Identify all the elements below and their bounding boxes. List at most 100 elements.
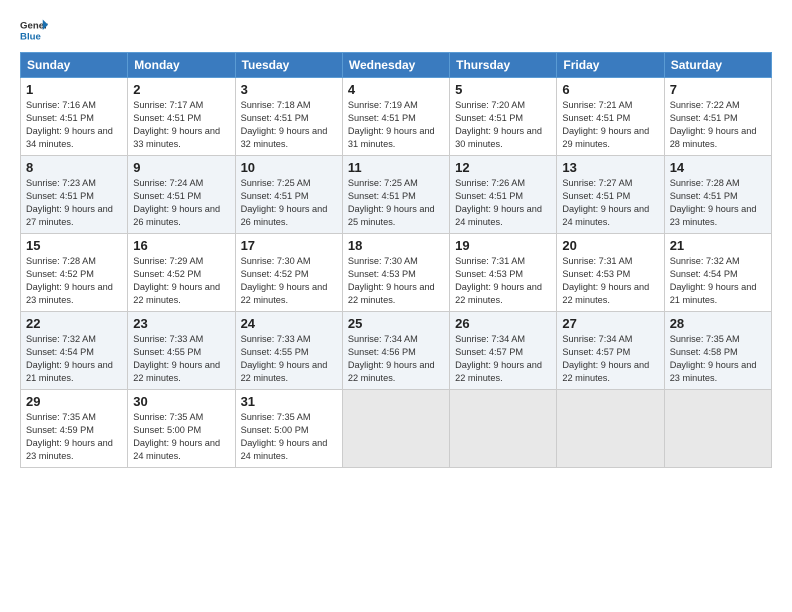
day-number: 19 [455,238,551,253]
calendar-cell: 11 Sunrise: 7:25 AMSunset: 4:51 PMDaylig… [342,156,449,234]
day-number: 18 [348,238,444,253]
day-info: Sunrise: 7:28 AMSunset: 4:51 PMDaylight:… [670,178,757,227]
day-info: Sunrise: 7:34 AMSunset: 4:56 PMDaylight:… [348,334,435,383]
day-info: Sunrise: 7:26 AMSunset: 4:51 PMDaylight:… [455,178,542,227]
day-info: Sunrise: 7:19 AMSunset: 4:51 PMDaylight:… [348,100,435,149]
logo-icon: General Blue [20,16,48,44]
calendar-cell: 14 Sunrise: 7:28 AMSunset: 4:51 PMDaylig… [664,156,771,234]
logo: General Blue [20,16,48,44]
day-info: Sunrise: 7:31 AMSunset: 4:53 PMDaylight:… [455,256,542,305]
day-number: 20 [562,238,658,253]
day-number: 8 [26,160,122,175]
week-row-5: 29 Sunrise: 7:35 AMSunset: 4:59 PMDaylig… [21,390,772,468]
svg-text:Blue: Blue [20,32,41,43]
calendar-cell: 25 Sunrise: 7:34 AMSunset: 4:56 PMDaylig… [342,312,449,390]
calendar-cell: 5 Sunrise: 7:20 AMSunset: 4:51 PMDayligh… [450,78,557,156]
day-number: 4 [348,82,444,97]
day-header-tuesday: Tuesday [235,53,342,78]
day-info: Sunrise: 7:25 AMSunset: 4:51 PMDaylight:… [241,178,328,227]
calendar-cell [450,390,557,468]
day-info: Sunrise: 7:18 AMSunset: 4:51 PMDaylight:… [241,100,328,149]
calendar-cell: 19 Sunrise: 7:31 AMSunset: 4:53 PMDaylig… [450,234,557,312]
calendar-cell: 3 Sunrise: 7:18 AMSunset: 4:51 PMDayligh… [235,78,342,156]
calendar-cell: 23 Sunrise: 7:33 AMSunset: 4:55 PMDaylig… [128,312,235,390]
day-number: 13 [562,160,658,175]
day-number: 21 [670,238,766,253]
calendar-cell: 17 Sunrise: 7:30 AMSunset: 4:52 PMDaylig… [235,234,342,312]
calendar-cell: 16 Sunrise: 7:29 AMSunset: 4:52 PMDaylig… [128,234,235,312]
day-info: Sunrise: 7:30 AMSunset: 4:52 PMDaylight:… [241,256,328,305]
day-header-saturday: Saturday [664,53,771,78]
day-number: 1 [26,82,122,97]
day-info: Sunrise: 7:20 AMSunset: 4:51 PMDaylight:… [455,100,542,149]
day-header-wednesday: Wednesday [342,53,449,78]
calendar-cell [342,390,449,468]
calendar-container: General Blue SundayMondayTuesdayWednesda… [0,0,792,478]
header-row: SundayMondayTuesdayWednesdayThursdayFrid… [21,53,772,78]
day-header-friday: Friday [557,53,664,78]
day-number: 22 [26,316,122,331]
calendar-cell: 1 Sunrise: 7:16 AMSunset: 4:51 PMDayligh… [21,78,128,156]
calendar-cell [557,390,664,468]
day-header-thursday: Thursday [450,53,557,78]
calendar-cell: 27 Sunrise: 7:34 AMSunset: 4:57 PMDaylig… [557,312,664,390]
day-number: 9 [133,160,229,175]
day-info: Sunrise: 7:17 AMSunset: 4:51 PMDaylight:… [133,100,220,149]
day-info: Sunrise: 7:32 AMSunset: 4:54 PMDaylight:… [670,256,757,305]
day-info: Sunrise: 7:30 AMSunset: 4:53 PMDaylight:… [348,256,435,305]
day-number: 26 [455,316,551,331]
calendar-cell: 29 Sunrise: 7:35 AMSunset: 4:59 PMDaylig… [21,390,128,468]
day-number: 29 [26,394,122,409]
day-info: Sunrise: 7:33 AMSunset: 4:55 PMDaylight:… [241,334,328,383]
day-info: Sunrise: 7:28 AMSunset: 4:52 PMDaylight:… [26,256,113,305]
day-number: 16 [133,238,229,253]
calendar-cell: 26 Sunrise: 7:34 AMSunset: 4:57 PMDaylig… [450,312,557,390]
day-number: 25 [348,316,444,331]
calendar-cell: 7 Sunrise: 7:22 AMSunset: 4:51 PMDayligh… [664,78,771,156]
calendar-cell: 18 Sunrise: 7:30 AMSunset: 4:53 PMDaylig… [342,234,449,312]
calendar-cell: 6 Sunrise: 7:21 AMSunset: 4:51 PMDayligh… [557,78,664,156]
day-number: 10 [241,160,337,175]
day-info: Sunrise: 7:35 AMSunset: 4:59 PMDaylight:… [26,412,113,461]
calendar-cell: 10 Sunrise: 7:25 AMSunset: 4:51 PMDaylig… [235,156,342,234]
calendar-cell: 8 Sunrise: 7:23 AMSunset: 4:51 PMDayligh… [21,156,128,234]
calendar-cell: 20 Sunrise: 7:31 AMSunset: 4:53 PMDaylig… [557,234,664,312]
day-info: Sunrise: 7:23 AMSunset: 4:51 PMDaylight:… [26,178,113,227]
day-number: 11 [348,160,444,175]
day-number: 7 [670,82,766,97]
day-info: Sunrise: 7:29 AMSunset: 4:52 PMDaylight:… [133,256,220,305]
calendar-cell [664,390,771,468]
calendar-cell: 12 Sunrise: 7:26 AMSunset: 4:51 PMDaylig… [450,156,557,234]
day-number: 5 [455,82,551,97]
day-info: Sunrise: 7:25 AMSunset: 4:51 PMDaylight:… [348,178,435,227]
day-number: 17 [241,238,337,253]
week-row-2: 8 Sunrise: 7:23 AMSunset: 4:51 PMDayligh… [21,156,772,234]
calendar-cell: 15 Sunrise: 7:28 AMSunset: 4:52 PMDaylig… [21,234,128,312]
day-number: 15 [26,238,122,253]
week-row-3: 15 Sunrise: 7:28 AMSunset: 4:52 PMDaylig… [21,234,772,312]
day-info: Sunrise: 7:32 AMSunset: 4:54 PMDaylight:… [26,334,113,383]
day-info: Sunrise: 7:24 AMSunset: 4:51 PMDaylight:… [133,178,220,227]
calendar-cell: 22 Sunrise: 7:32 AMSunset: 4:54 PMDaylig… [21,312,128,390]
day-number: 24 [241,316,337,331]
day-info: Sunrise: 7:16 AMSunset: 4:51 PMDaylight:… [26,100,113,149]
day-info: Sunrise: 7:27 AMSunset: 4:51 PMDaylight:… [562,178,649,227]
day-info: Sunrise: 7:33 AMSunset: 4:55 PMDaylight:… [133,334,220,383]
day-number: 31 [241,394,337,409]
day-number: 14 [670,160,766,175]
calendar-cell: 21 Sunrise: 7:32 AMSunset: 4:54 PMDaylig… [664,234,771,312]
day-number: 3 [241,82,337,97]
day-number: 2 [133,82,229,97]
calendar-cell: 13 Sunrise: 7:27 AMSunset: 4:51 PMDaylig… [557,156,664,234]
day-info: Sunrise: 7:31 AMSunset: 4:53 PMDaylight:… [562,256,649,305]
day-number: 30 [133,394,229,409]
day-number: 27 [562,316,658,331]
day-number: 6 [562,82,658,97]
calendar-table: SundayMondayTuesdayWednesdayThursdayFrid… [20,52,772,468]
day-header-sunday: Sunday [21,53,128,78]
calendar-cell: 31 Sunrise: 7:35 AMSunset: 5:00 PMDaylig… [235,390,342,468]
day-number: 28 [670,316,766,331]
day-info: Sunrise: 7:22 AMSunset: 4:51 PMDaylight:… [670,100,757,149]
day-number: 12 [455,160,551,175]
calendar-cell: 28 Sunrise: 7:35 AMSunset: 4:58 PMDaylig… [664,312,771,390]
